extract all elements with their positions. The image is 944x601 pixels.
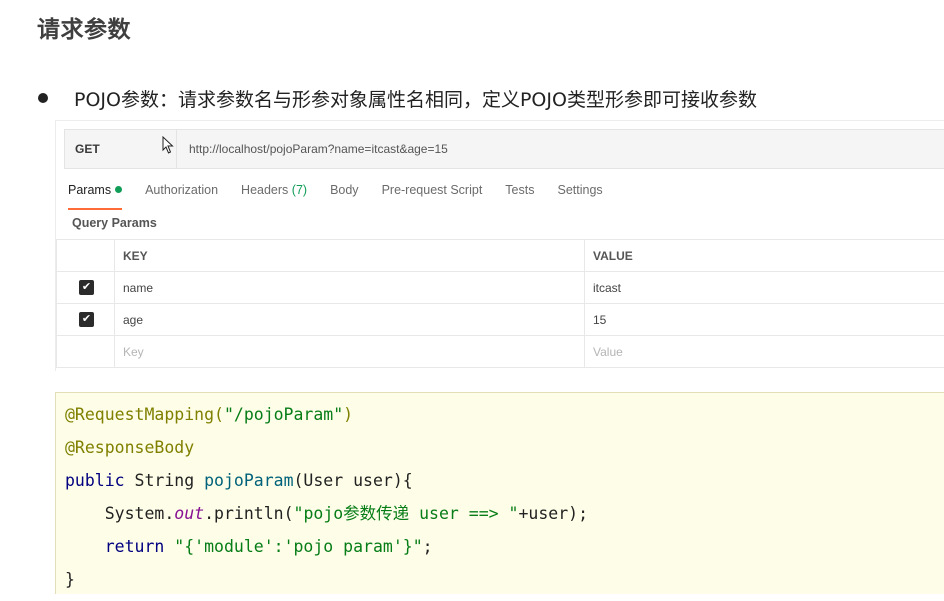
code-keyword: public — [65, 471, 125, 490]
row-checkbox-cell: ✔ — [57, 272, 115, 304]
code-line: public String pojoParam(User user){ — [65, 469, 944, 502]
code-line: return "{'module':'pojo param'}"; — [65, 535, 944, 568]
key-input-placeholder[interactable]: Key — [115, 336, 585, 368]
tab-body[interactable]: Body — [330, 183, 359, 205]
params-active-dot-icon — [115, 186, 122, 193]
mouse-cursor-icon — [162, 136, 174, 154]
method-label: GET — [75, 142, 100, 156]
url-bar: GET http://localhost/pojoParam?name=itca… — [64, 129, 944, 169]
tab-params-label: Params — [68, 183, 111, 197]
code-type: String — [125, 471, 204, 490]
code-annotation-end: ) — [343, 405, 353, 424]
code-line: @ResponseBody — [65, 436, 944, 469]
code-line: } — [65, 568, 944, 601]
value-column-header: VALUE — [585, 240, 944, 272]
section-title: 请求参数 — [37, 10, 131, 44]
tab-authorization[interactable]: Authorization — [145, 183, 218, 205]
headers-count-badge: (7) — [292, 183, 307, 197]
url-input[interactable]: http://localhost/pojoParam?name=itcast&a… — [177, 142, 448, 156]
method-select[interactable]: GET — [65, 130, 177, 168]
code-text: System. — [105, 504, 175, 523]
tab-tests[interactable]: Tests — [505, 183, 534, 205]
param-key-cell[interactable]: age — [115, 304, 585, 336]
bullet-icon — [38, 93, 48, 103]
bullet-text: POJO参数：请求参数名与形参对象属性名相同，定义POJO类型形参即可接收参数 — [74, 85, 757, 112]
code-annotation: @ResponseBody — [65, 438, 194, 457]
param-key-cell[interactable]: name — [115, 272, 585, 304]
postman-request-panel: GET http://localhost/pojoParam?name=itca… — [55, 120, 944, 371]
code-line: System.out.println("pojo参数传递 user ==> "+… — [65, 502, 944, 535]
table-row-empty: Key Value — [57, 336, 944, 368]
code-field: out — [174, 504, 204, 523]
tab-headers-label: Headers — [241, 183, 288, 197]
key-column-header: KEY — [115, 240, 585, 272]
value-input-placeholder[interactable]: Value — [585, 336, 944, 368]
bullet-point: POJO参数：请求参数名与形参对象属性名相同，定义POJO类型形参即可接收参数 — [38, 84, 757, 112]
code-keyword: return — [105, 537, 165, 556]
code-text: } — [65, 570, 75, 589]
code-method-name: pojoParam — [204, 471, 293, 490]
param-value-cell[interactable]: 15 — [585, 304, 944, 336]
param-value-cell[interactable]: itcast — [585, 272, 944, 304]
params-table: KEY VALUE ✔ name itcast ✔ age 15 Key Val… — [56, 239, 944, 368]
tab-settings[interactable]: Settings — [557, 183, 602, 205]
code-indent — [65, 504, 105, 523]
params-header-row: KEY VALUE — [57, 240, 944, 272]
row-checkbox-checked-icon[interactable]: ✔ — [79, 280, 94, 295]
code-block: @RequestMapping("/pojoParam") @ResponseB… — [55, 392, 944, 594]
code-annotation: @RequestMapping( — [65, 405, 224, 424]
code-text: +user); — [518, 504, 588, 523]
table-row: ✔ age 15 — [57, 304, 944, 336]
code-string: "pojo参数传递 user ==> " — [294, 504, 519, 523]
request-tabs: Params Authorization Headers (7) Body Pr… — [68, 183, 626, 205]
query-params-label: Query Params — [72, 216, 157, 230]
header-checkbox-cell — [57, 240, 115, 272]
tab-prerequest-script[interactable]: Pre-request Script — [382, 183, 483, 205]
tab-params[interactable]: Params — [68, 183, 122, 205]
code-line: @RequestMapping("/pojoParam") — [65, 403, 944, 436]
table-row: ✔ name itcast — [57, 272, 944, 304]
row-checkbox-checked-icon[interactable]: ✔ — [79, 312, 94, 327]
code-params: (User user){ — [294, 471, 413, 490]
code-string: "/pojoParam" — [224, 405, 343, 424]
code-indent — [65, 537, 105, 556]
row-checkbox-cell-empty — [57, 336, 115, 368]
code-text: ; — [423, 537, 433, 556]
row-checkbox-cell: ✔ — [57, 304, 115, 336]
tab-headers[interactable]: Headers (7) — [241, 183, 307, 205]
code-text: .println( — [204, 504, 293, 523]
code-string: "{'module':'pojo param'}" — [164, 537, 422, 556]
